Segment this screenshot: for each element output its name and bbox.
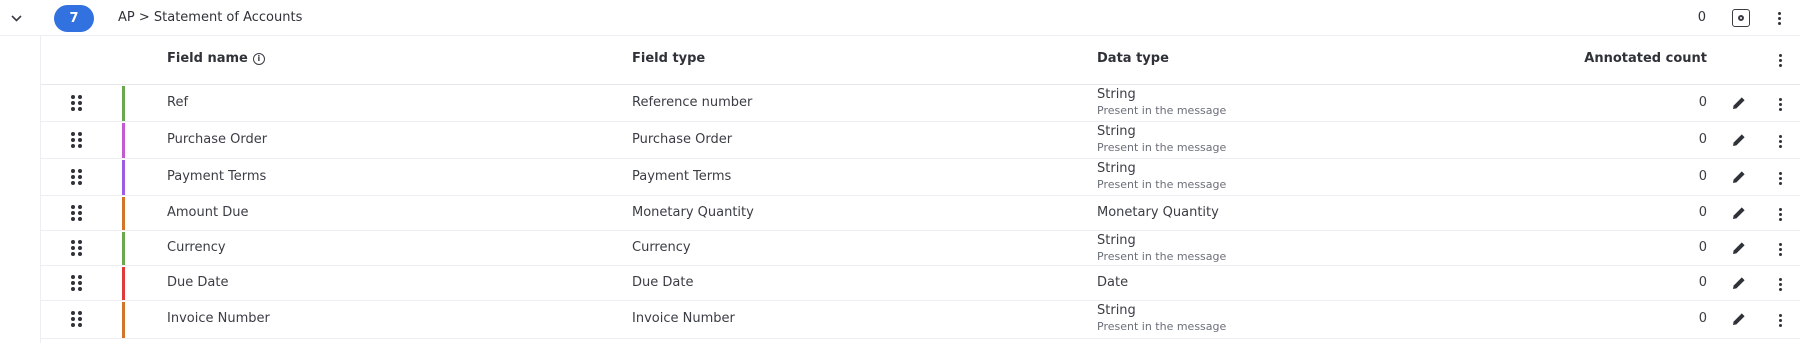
- field-name: Amount Due: [167, 205, 249, 220]
- annotated-count: 0: [1698, 95, 1707, 110]
- field-name: Invoice Number: [167, 311, 270, 326]
- table-row[interactable]: Purchase Order Purchase Order String Pre…: [41, 122, 1800, 159]
- row-more-icon[interactable]: [1771, 95, 1789, 113]
- column-header-data-type[interactable]: Data type: [1097, 51, 1169, 66]
- table-header: Field name i Field type Data type Annota…: [41, 36, 1800, 85]
- group-more-icon[interactable]: [1770, 9, 1788, 27]
- row-more-icon[interactable]: [1771, 275, 1789, 293]
- field-color-bar: [122, 160, 125, 195]
- field-type: Due Date: [632, 275, 694, 290]
- data-type: String Present in the message: [1097, 161, 1226, 191]
- data-type: String Present in the message: [1097, 233, 1226, 263]
- data-type-label: String: [1097, 233, 1136, 248]
- header-more-icon[interactable]: [1771, 51, 1789, 69]
- annotated-count: 0: [1698, 311, 1707, 326]
- row-more-icon[interactable]: [1771, 132, 1789, 150]
- pencil-icon[interactable]: [1731, 205, 1749, 223]
- annotated-count: 0: [1698, 205, 1707, 220]
- field-type: Payment Terms: [632, 169, 732, 184]
- fields-table: Field name i Field type Data type Annota…: [40, 36, 1800, 343]
- drag-handle-icon[interactable]: [71, 240, 83, 258]
- data-type-note: Present in the message: [1097, 104, 1227, 117]
- data-type-label: Monetary Quantity: [1097, 205, 1219, 220]
- table-row[interactable]: Amount Due Monetary Quantity Monetary Qu…: [41, 196, 1800, 231]
- table-row[interactable]: Ref Reference number String Present in t…: [41, 85, 1800, 122]
- field-name: Currency: [167, 240, 226, 255]
- pencil-icon[interactable]: [1731, 240, 1749, 258]
- data-type-label: String: [1097, 303, 1136, 318]
- data-type-note: Present in the message: [1097, 141, 1227, 154]
- table-row[interactable]: Payment Terms Payment Terms String Prese…: [41, 159, 1800, 196]
- field-name: Purchase Order: [167, 132, 268, 147]
- annotated-count: 0: [1698, 275, 1707, 290]
- row-more-icon[interactable]: [1771, 205, 1789, 223]
- drag-handle-icon[interactable]: [71, 311, 83, 329]
- data-type: Monetary Quantity: [1097, 205, 1219, 220]
- data-type-label: Date: [1097, 275, 1129, 290]
- annotated-count: 0: [1698, 169, 1707, 184]
- table-row[interactable]: Due Date Due Date Date 0: [41, 266, 1800, 301]
- field-count-badge: 7: [54, 5, 94, 32]
- drag-handle-icon[interactable]: [71, 95, 83, 113]
- pencil-icon[interactable]: [1731, 95, 1749, 113]
- settings-icon[interactable]: [1732, 9, 1750, 27]
- field-color-bar: [122, 267, 125, 300]
- field-type: Monetary Quantity: [632, 205, 754, 220]
- column-header-field-type[interactable]: Field type: [632, 51, 705, 66]
- column-header-annotated-count[interactable]: Annotated count: [1584, 51, 1707, 66]
- field-color-bar: [122, 123, 125, 158]
- pencil-icon[interactable]: [1731, 311, 1749, 329]
- field-name: Ref: [167, 95, 189, 110]
- field-type: Currency: [632, 240, 691, 255]
- row-more-icon[interactable]: [1771, 169, 1789, 187]
- drag-handle-icon[interactable]: [71, 275, 83, 293]
- data-type-label: String: [1097, 124, 1136, 139]
- info-icon[interactable]: i: [252, 52, 265, 65]
- field-color-bar: [122, 86, 125, 121]
- data-type-note: Present in the message: [1097, 320, 1227, 333]
- annotated-count: 0: [1698, 132, 1707, 147]
- table-row[interactable]: Currency Currency String Present in the …: [41, 231, 1800, 266]
- data-type-note: Present in the message: [1097, 178, 1227, 191]
- field-type: Reference number: [632, 95, 753, 110]
- field-name: Payment Terms: [167, 169, 267, 184]
- data-type: String Present in the message: [1097, 303, 1226, 333]
- drag-handle-icon[interactable]: [71, 205, 83, 223]
- pencil-icon[interactable]: [1731, 275, 1749, 293]
- field-color-bar: [122, 232, 125, 265]
- column-header-field-name-label: Field name: [167, 51, 248, 66]
- column-header-field-name[interactable]: Field name i: [167, 51, 265, 66]
- field-name: Due Date: [167, 275, 229, 290]
- data-type-label: String: [1097, 161, 1136, 176]
- group-annotated-count: 0: [1697, 10, 1706, 25]
- field-type: Invoice Number: [632, 311, 735, 326]
- pencil-icon[interactable]: [1731, 132, 1749, 150]
- data-type: String Present in the message: [1097, 124, 1226, 154]
- data-type: String Present in the message: [1097, 87, 1226, 117]
- group-header: 7 AP > Statement of Accounts 0: [0, 0, 1800, 36]
- group-title: AP > Statement of Accounts: [118, 10, 303, 25]
- field-color-bar: [122, 302, 125, 338]
- drag-handle-icon[interactable]: [71, 169, 83, 187]
- chevron-down-icon[interactable]: [9, 11, 24, 26]
- row-more-icon[interactable]: [1771, 240, 1789, 258]
- pencil-icon[interactable]: [1731, 169, 1749, 187]
- drag-handle-icon[interactable]: [71, 132, 83, 150]
- annotated-count: 0: [1698, 240, 1707, 255]
- row-more-icon[interactable]: [1771, 311, 1789, 329]
- data-type-label: String: [1097, 87, 1136, 102]
- table-row[interactable]: Invoice Number Invoice Number String Pre…: [41, 301, 1800, 339]
- field-type: Purchase Order: [632, 132, 733, 147]
- data-type: Date: [1097, 275, 1128, 290]
- data-type-note: Present in the message: [1097, 250, 1227, 263]
- field-color-bar: [122, 197, 125, 230]
